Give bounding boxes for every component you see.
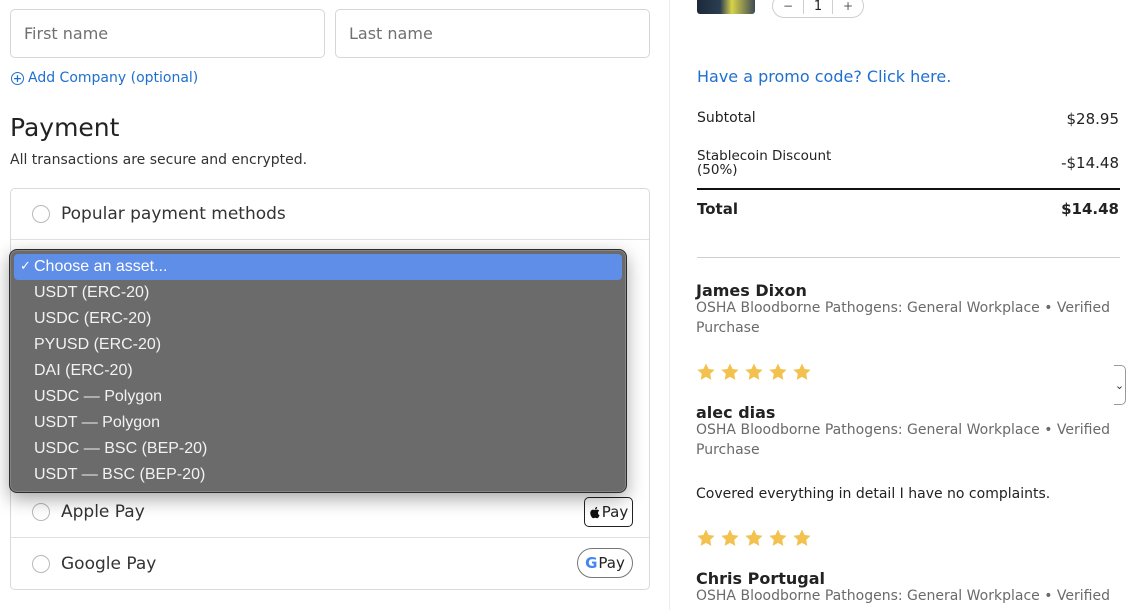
review-product-line1: OSHA Bloodborne Pathogens: General Workp… xyxy=(696,300,1110,316)
discount-value: -$14.48 xyxy=(1061,154,1119,172)
apple-pay-label: Apple Pay xyxy=(61,502,145,522)
payment-title: Payment xyxy=(10,113,120,142)
column-divider xyxy=(669,0,670,610)
payment-method-google-pay[interactable]: Google Pay G Pay xyxy=(11,538,649,589)
star-icon xyxy=(793,529,811,546)
asset-option-label: USDC — Polygon xyxy=(34,388,163,405)
star-icon xyxy=(769,363,787,380)
quantity-stepper[interactable]: − 1 + xyxy=(772,0,864,18)
asset-option-label: DAI (ERC-20) xyxy=(34,362,133,379)
checkmark-icon: ✓ xyxy=(20,258,31,273)
asset-option-label: USDC — BSC (BEP-20) xyxy=(34,440,208,457)
review-text: Covered everything in detail I have no c… xyxy=(696,486,1051,502)
apple-pay-radio[interactable] xyxy=(32,503,50,521)
asset-option[interactable]: PYUSD (ERC-20) xyxy=(14,332,622,358)
subtotal-value: $28.95 xyxy=(1066,110,1120,128)
last-name-input[interactable]: Last name xyxy=(335,9,650,58)
plus-circle-icon: + xyxy=(11,71,24,85)
payment-subtitle: All transactions are secure and encrypte… xyxy=(10,152,308,168)
asset-option-label: USDT (ERC-20) xyxy=(34,284,150,301)
star-icon xyxy=(769,529,787,546)
add-company-label: Add Company (optional) xyxy=(28,70,199,86)
star-icon xyxy=(697,363,715,380)
add-company-link[interactable]: + Add Company (optional) xyxy=(11,70,198,86)
review-product-line1: OSHA Bloodborne Pathogens: General Workp… xyxy=(696,588,1110,604)
discount-label: Stablecoin Discount (50%) xyxy=(697,149,831,177)
asset-option[interactable]: USDT — Polygon xyxy=(14,410,622,436)
asset-option-label: USDC (ERC-20) xyxy=(34,310,152,327)
review-product: OSHA Bloodborne Pathogens: General Workp… xyxy=(696,298,1116,338)
total-label: Total xyxy=(697,200,738,218)
quantity-increase-button[interactable]: + xyxy=(833,0,863,13)
review-stars xyxy=(696,528,812,548)
asset-dropdown-menu[interactable]: ✓ Choose an asset... USDT (ERC-20) USDC (ER… xyxy=(9,249,627,493)
promo-code-link[interactable]: Have a promo code? Click here. xyxy=(697,67,951,86)
total-value: $14.48 xyxy=(1061,200,1119,218)
asset-option[interactable]: DAI (ERC-20) xyxy=(14,358,622,384)
asset-option-label: PYUSD (ERC-20) xyxy=(34,336,162,353)
payment-method-popular[interactable]: Popular payment methods xyxy=(11,189,649,240)
star-icon xyxy=(793,363,811,380)
asset-option[interactable]: USDC (ERC-20) xyxy=(14,306,622,332)
google-pay-label: Google Pay xyxy=(61,553,157,574)
google-pay-radio[interactable] xyxy=(32,554,50,573)
google-pay-badge: G Pay xyxy=(577,548,633,578)
review-product-line1: OSHA Bloodborne Pathogens: General Workp… xyxy=(696,422,1110,438)
asset-option-label: Choose an asset... xyxy=(34,258,168,275)
review-product: OSHA Bloodborne Pathogens: General Workp… xyxy=(696,586,1116,606)
star-icon xyxy=(745,363,763,380)
quantity-decrease-button[interactable]: − xyxy=(773,0,803,13)
asset-option[interactable]: ✓ Choose an asset... xyxy=(14,254,622,280)
asset-option[interactable]: USDC — BSC (BEP-20) xyxy=(14,436,622,462)
first-name-placeholder: First name xyxy=(24,24,109,43)
popular-methods-label: Popular payment methods xyxy=(61,204,286,224)
asset-option[interactable]: USDT — BSC (BEP-20) xyxy=(14,462,622,488)
product-thumbnail xyxy=(697,0,755,14)
apple-pay-badge: Pay xyxy=(584,497,633,527)
last-name-placeholder: Last name xyxy=(349,24,433,43)
google-g-icon: G xyxy=(585,554,598,572)
quantity-value[interactable]: 1 xyxy=(803,0,833,14)
review-stars xyxy=(696,362,812,382)
apple-logo-icon xyxy=(590,506,600,518)
asset-select-chevron-icon[interactable]: ⌄ xyxy=(1114,365,1126,405)
star-icon xyxy=(697,529,715,546)
review-product: OSHA Bloodborne Pathogens: General Workp… xyxy=(696,420,1116,460)
popular-methods-radio[interactable] xyxy=(32,205,50,223)
subtotal-label: Subtotal xyxy=(697,110,756,126)
asset-option[interactable]: USDC — Polygon xyxy=(14,384,622,410)
star-icon xyxy=(721,529,739,546)
review-product-line2: Purchase xyxy=(696,442,760,458)
total-divider xyxy=(697,188,1120,190)
asset-option-label: USDT — Polygon xyxy=(34,414,160,431)
total-row: Total $14.48 xyxy=(697,200,1119,218)
asset-option-label: USDT — BSC (BEP-20) xyxy=(34,466,206,483)
payment-method-apple-pay[interactable]: Apple Pay Pay xyxy=(11,487,649,538)
subtotal-row: Subtotal $28.95 xyxy=(697,110,1119,128)
discount-label-line2: (50%) xyxy=(697,162,738,178)
google-pay-badge-text: Pay xyxy=(598,554,625,572)
reviews-divider xyxy=(697,257,1120,258)
star-icon xyxy=(745,529,763,546)
review-product-line2: Purchase xyxy=(696,320,760,336)
apple-pay-badge-text: Pay xyxy=(601,503,629,521)
star-icon xyxy=(721,363,739,380)
discount-row: Stablecoin Discount (50%) -$14.48 xyxy=(697,149,1119,177)
asset-option[interactable]: USDT (ERC-20) xyxy=(14,280,622,306)
first-name-input[interactable]: First name xyxy=(10,9,325,58)
